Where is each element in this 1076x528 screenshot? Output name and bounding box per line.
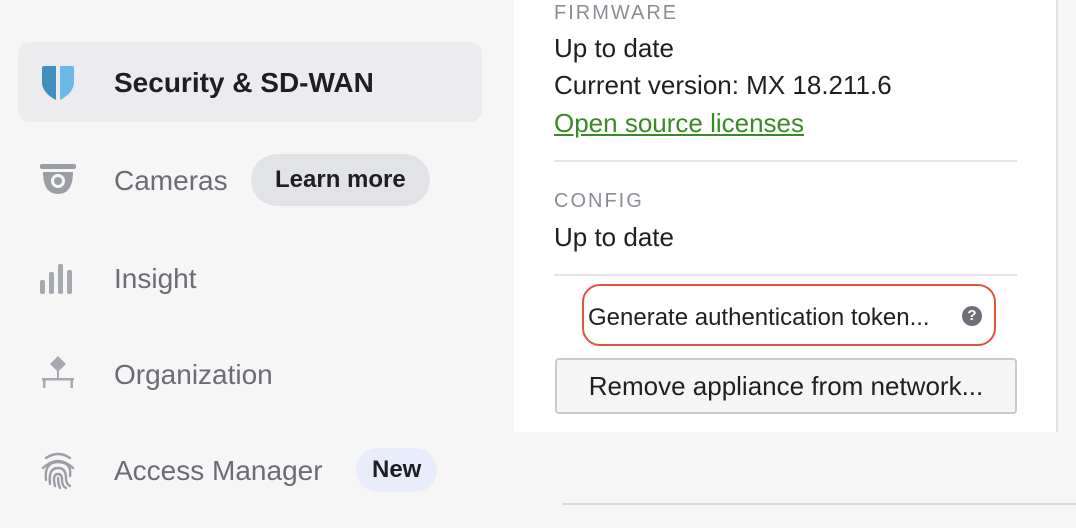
panel-border: [1056, 0, 1058, 432]
generate-authentication-token-link[interactable]: Generate authentication token...: [588, 304, 930, 332]
firmware-version: Current version: MX 18.211.6: [554, 70, 892, 100]
sidebar-item-label: Insight: [114, 263, 197, 294]
divider: [554, 160, 1017, 162]
new-badge: New: [356, 448, 438, 492]
shield-icon: [42, 66, 74, 100]
firmware-status: Up to date: [554, 33, 674, 63]
divider: [554, 274, 1017, 276]
camera-icon: [40, 164, 76, 194]
partial-nav-icon[interactable]: [56, 0, 84, 4]
learn-more-button[interactable]: Learn more: [251, 154, 430, 206]
bar-chart-icon: [40, 264, 72, 294]
sidebar-item-organization[interactable]: Organization: [18, 334, 482, 414]
sidebar: Security & SD-WAN Cameras Learn more Ins…: [0, 0, 514, 528]
appliance-status-panel: FIRMWARE Up to date Current version: MX …: [514, 0, 1058, 432]
sidebar-item-label: Security & SD-WAN: [114, 67, 374, 98]
sidebar-item-insight[interactable]: Insight: [18, 238, 482, 318]
sidebar-item-security-sdwan[interactable]: Security & SD-WAN: [18, 42, 482, 122]
fingerprint-icon: [41, 452, 75, 490]
firmware-label: FIRMWARE: [554, 2, 679, 24]
divider: [562, 503, 1076, 505]
open-source-licenses-link[interactable]: Open source licenses: [554, 108, 804, 139]
config-label: CONFIG: [554, 190, 644, 212]
sidebar-item-label: Cameras: [114, 165, 228, 196]
config-status: Up to date: [554, 222, 674, 252]
sidebar-item-label: Access Manager: [114, 455, 323, 486]
sidebar-item-label: Organization: [114, 359, 273, 390]
organization-icon: [42, 356, 74, 388]
help-icon[interactable]: ?: [962, 306, 982, 326]
remove-appliance-button[interactable]: Remove appliance from network...: [555, 358, 1017, 414]
